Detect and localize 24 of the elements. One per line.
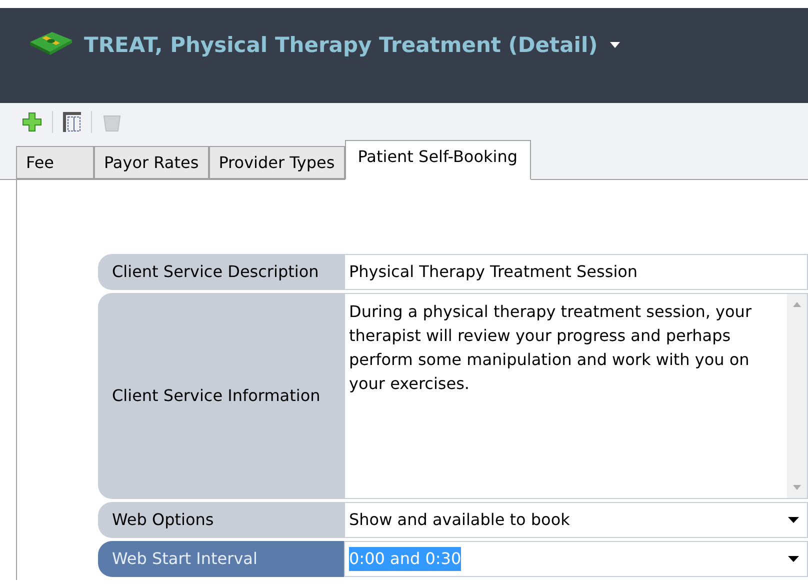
- dropdown-arrow-icon[interactable]: [788, 556, 799, 562]
- field-value: During a physical therapy treatment session, your therapist will review your progress and perhaps perform some manipulation and work with you on your exercises.: [349, 301, 753, 395]
- field-value: 0:00 and 0:30: [349, 547, 462, 571]
- input-field[interactable]: Physical Therapy Treatment Session: [344, 254, 808, 290]
- text-area[interactable]: During a physical therapy treatment session, your therapist will review your progress and perhaps perform some manipulation and work with you on your exercises.: [344, 293, 808, 499]
- scroll-down-icon[interactable]: [793, 485, 801, 490]
- field-value: Show and available to book: [349, 509, 571, 531]
- window-title: TREAT, Physical Therapy Treatment (Detail): [84, 32, 598, 59]
- field-label: Client Service Description: [98, 254, 344, 290]
- field-label: Web Start Interval: [98, 541, 344, 577]
- add-icon[interactable]: [22, 112, 42, 132]
- dropdown-field[interactable]: Show and available to book: [344, 502, 808, 538]
- tab[interactable]: Patient Self-Booking: [344, 140, 530, 180]
- scrollbar[interactable]: [787, 294, 807, 498]
- columns-icon[interactable]: [63, 112, 81, 132]
- tab[interactable]: Provider Types: [208, 146, 345, 179]
- field-label: Client Service Information: [98, 293, 344, 499]
- tab[interactable]: Fee: [16, 146, 94, 179]
- dropdown-caret-icon[interactable]: [610, 42, 620, 48]
- field-value: Physical Therapy Treatment Session: [349, 261, 639, 283]
- field-label: Web Options: [98, 502, 344, 538]
- dropdown-arrow-icon[interactable]: [788, 517, 799, 523]
- scroll-up-icon[interactable]: [793, 302, 801, 307]
- tab[interactable]: Payor Rates: [94, 146, 209, 179]
